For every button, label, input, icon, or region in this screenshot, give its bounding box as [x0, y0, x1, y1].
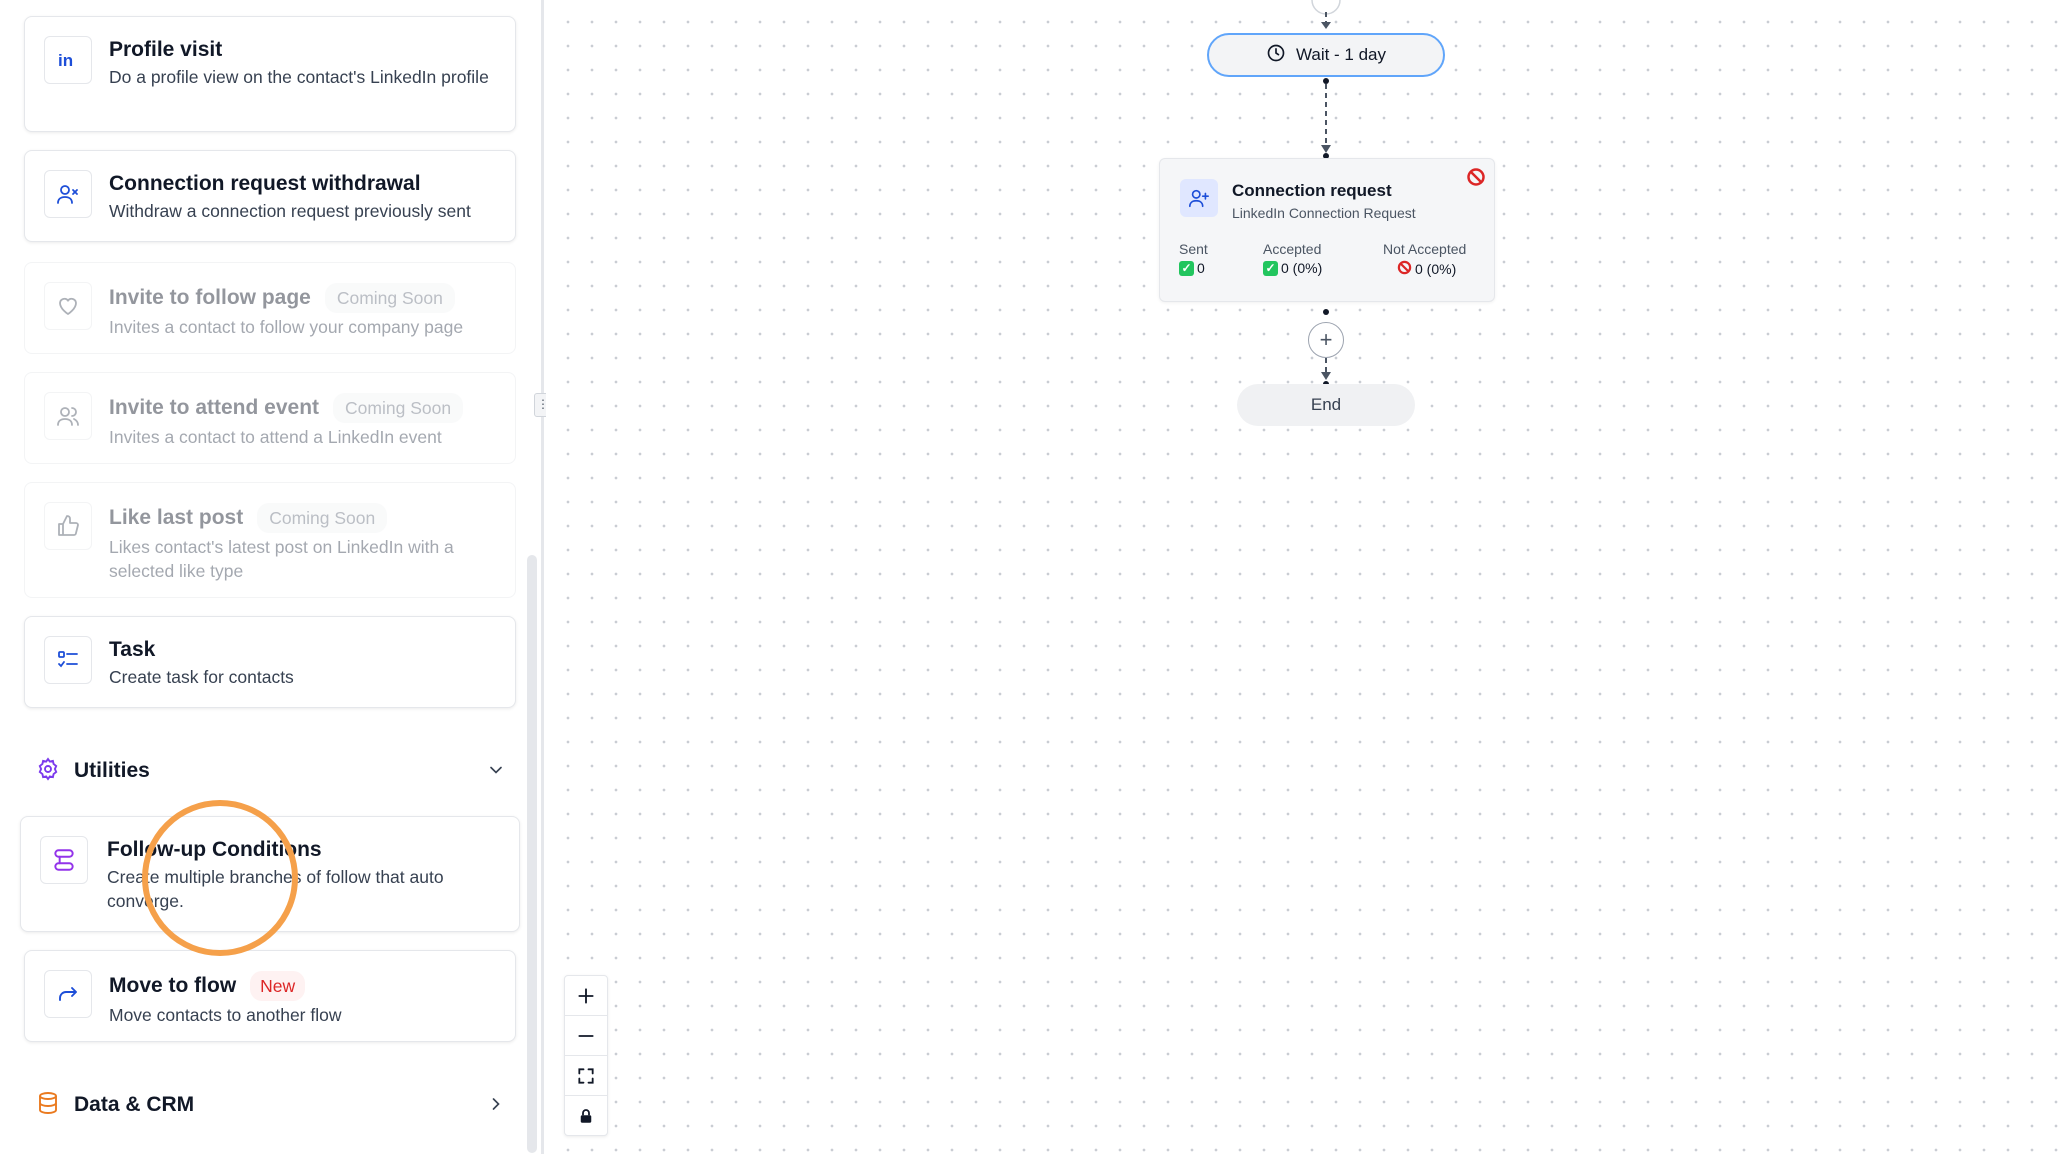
- wait-step-node[interactable]: Wait - 1 day: [1207, 33, 1445, 77]
- clock-icon: [1266, 43, 1286, 68]
- fit-view-icon: [578, 1067, 594, 1084]
- plus-icon: +: [1319, 327, 1333, 352]
- connection-request-node[interactable]: Connection request LinkedIn Connection R…: [1159, 158, 1495, 302]
- lock-icon: [580, 1108, 592, 1123]
- lock-button[interactable]: [565, 1096, 607, 1135]
- check-icon: ✓: [1179, 260, 1194, 276]
- end-label: End: [1310, 395, 1342, 414]
- stat-value: 0 (0%): [1415, 261, 1457, 277]
- stat-value: 0: [1197, 260, 1205, 276]
- stat-label: Not Accepted: [1383, 241, 1467, 257]
- node-subtitle: LinkedIn Connection Request: [1232, 205, 1416, 221]
- stat-not-accepted: Not Accepted 0 (0%): [1383, 241, 1466, 278]
- minus-icon: [578, 1034, 594, 1037]
- zoom-out-button[interactable]: [565, 1016, 607, 1056]
- stat-value: 0 (0%): [1281, 260, 1323, 276]
- ban-icon: [1397, 260, 1412, 278]
- zoom-in-button[interactable]: [565, 976, 607, 1016]
- stat-label: Sent: [1179, 241, 1208, 257]
- add-step-button[interactable]: +: [1308, 322, 1344, 358]
- plus-icon: [578, 987, 594, 1004]
- wait-label: Wait - 1 day: [1295, 45, 1387, 64]
- node-title: Connection request: [1232, 181, 1392, 200]
- user-plus-icon: [1180, 179, 1218, 217]
- disable-icon[interactable]: [1466, 167, 1486, 192]
- flow-connectors: [1311, 0, 1341, 387]
- stat-accepted: Accepted ✓ 0 (0%): [1263, 241, 1322, 276]
- end-node: End: [1237, 384, 1415, 426]
- canvas-controls: [564, 975, 608, 1136]
- fit-view-button[interactable]: [565, 1056, 607, 1096]
- check-icon: ✓: [1263, 260, 1278, 276]
- stat-sent: Sent ✓ 0: [1179, 241, 1208, 276]
- stat-label: Accepted: [1263, 241, 1322, 257]
